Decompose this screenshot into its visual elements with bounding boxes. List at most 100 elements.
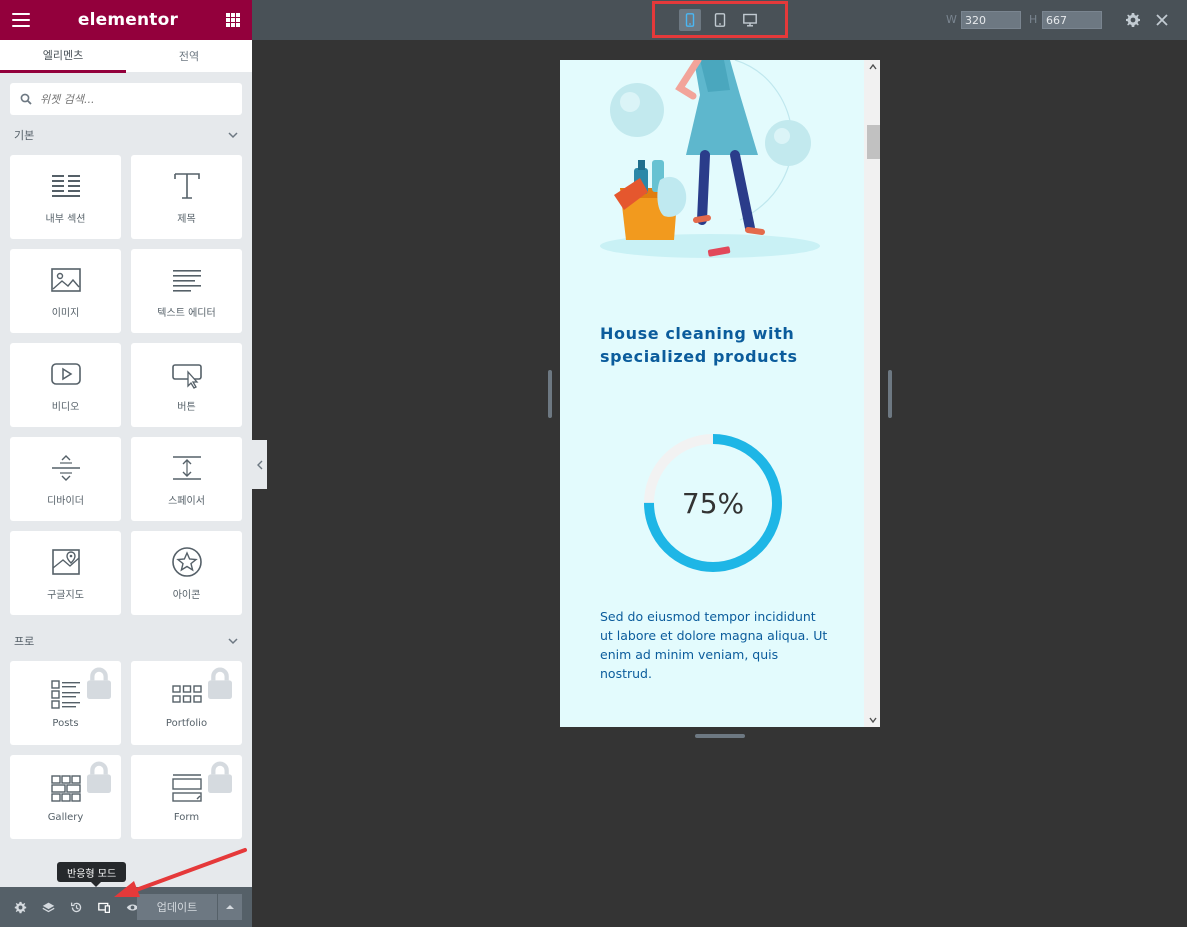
navigator-button[interactable] <box>34 893 62 921</box>
settings-button[interactable] <box>6 893 34 921</box>
widget-label: Gallery <box>47 811 84 823</box>
divider-icon <box>51 454 80 481</box>
form-icon <box>171 773 202 802</box>
widget-label: 구글지도 <box>47 589 84 601</box>
heading-icon <box>173 172 200 199</box>
width-label: W <box>946 13 957 26</box>
panel-footer: 업데이트 <box>0 887 252 927</box>
widget-heading[interactable]: 제목 <box>131 155 242 239</box>
responsive-mode-tooltip: 반응형 모드 <box>57 862 127 887</box>
desktop-icon <box>743 13 757 27</box>
width-input[interactable] <box>961 11 1021 29</box>
widget-label: 내부 섹션 <box>45 213 86 225</box>
widget-portfolio[interactable]: Portfolio <box>131 661 242 745</box>
history-button[interactable] <box>62 893 90 921</box>
spacer-icon <box>172 455 201 480</box>
category-basic-header[interactable]: 기본 <box>0 115 252 155</box>
search-wrap <box>0 73 252 115</box>
widget-icon[interactable]: 아이콘 <box>131 531 242 615</box>
device-switcher <box>652 1 788 38</box>
gear-icon <box>14 901 26 913</box>
apps-grid-icon[interactable] <box>225 13 240 27</box>
preview-heading: House cleaning with specialized products <box>600 324 798 366</box>
resize-handle-right[interactable] <box>888 370 892 418</box>
widget-label: 버튼 <box>177 401 196 413</box>
chevron-left-icon <box>256 460 262 469</box>
widget-spacer[interactable]: 스페이서 <box>131 437 242 521</box>
scroll-up-arrow[interactable] <box>867 62 879 72</box>
widget-label: Portfolio <box>165 717 208 729</box>
preview-scrollbar[interactable] <box>864 60 880 727</box>
panel-header: elementor <box>0 0 252 40</box>
widget-label: Posts <box>52 717 79 729</box>
widget-divider[interactable]: 디바이더 <box>10 437 121 521</box>
device-desktop-button[interactable] <box>739 9 761 31</box>
widget-label: 스페이서 <box>168 495 205 507</box>
category-pro-label: 프로 <box>14 635 35 648</box>
widget-video[interactable]: 비디오 <box>10 343 121 427</box>
preview-body-text: Sed do eiusmod tempor incididunt ut labo… <box>600 609 828 681</box>
widget-gallery[interactable]: Gallery <box>10 755 121 839</box>
editor-panel: elementor 엘리멘츠 전역 기본 내부 섹션 제목 이미지 <box>0 0 252 927</box>
widget-posts[interactable]: Posts <box>10 661 121 745</box>
widget-label: 텍스트 에디터 <box>157 307 216 319</box>
video-icon <box>50 362 81 385</box>
chevron-down-icon <box>228 132 238 139</box>
google-maps-icon <box>51 548 80 575</box>
widget-label: 디바이더 <box>47 495 84 507</box>
device-tablet-button[interactable] <box>709 9 731 31</box>
search-box[interactable] <box>10 83 242 115</box>
category-basic-label: 기본 <box>14 129 35 142</box>
chevron-down-icon <box>228 638 238 645</box>
responsive-toolbar: W H <box>252 0 1187 40</box>
search-input[interactable] <box>40 92 220 106</box>
lock-icon <box>208 667 232 699</box>
widget-form[interactable]: Form <box>131 755 242 839</box>
widget-label: 이미지 <box>51 307 80 319</box>
widget-image[interactable]: 이미지 <box>10 249 121 333</box>
device-mobile-button[interactable] <box>679 8 701 31</box>
gear-icon[interactable] <box>1125 12 1141 28</box>
widget-google-maps[interactable]: 구글지도 <box>10 531 121 615</box>
star-icon <box>171 546 202 577</box>
category-pro-header[interactable]: 프로 <box>0 621 252 661</box>
tablet-icon <box>714 12 726 27</box>
portfolio-icon <box>171 684 202 703</box>
widget-label: Form <box>173 811 200 823</box>
widget-label: 아이콘 <box>172 589 201 601</box>
update-button[interactable]: 업데이트 <box>137 894 217 920</box>
close-icon[interactable] <box>1154 12 1170 28</box>
menu-icon[interactable] <box>12 13 30 27</box>
panel-collapse-toggle[interactable] <box>252 440 267 489</box>
brand-logo: elementor <box>77 10 179 30</box>
layers-icon <box>42 902 54 912</box>
inner-section-icon <box>51 174 80 197</box>
lock-icon <box>208 761 232 793</box>
mobile-preview-frame: House cleaning with specialized products… <box>560 60 880 727</box>
scroll-down-arrow[interactable] <box>867 715 879 725</box>
text-editor-icon <box>172 269 201 292</box>
height-input[interactable] <box>1042 11 1102 29</box>
responsive-mode-button[interactable] <box>90 893 118 921</box>
chevron-up-icon <box>869 64 877 70</box>
tab-elements[interactable]: 엘리멘츠 <box>0 40 126 73</box>
panel-tabs: 엘리멘츠 전역 <box>0 40 252 73</box>
resize-handle-left[interactable] <box>548 370 552 418</box>
widget-label: 제목 <box>177 213 196 225</box>
gallery-icon <box>50 774 81 802</box>
mobile-icon <box>685 12 695 27</box>
scroll-thumb[interactable] <box>867 125 880 159</box>
widget-inner-section[interactable]: 내부 섹션 <box>10 155 121 239</box>
progress-percentage: 75% <box>681 486 745 520</box>
cleaning-illustration <box>600 60 820 258</box>
image-icon <box>50 267 81 292</box>
tab-global[interactable]: 전역 <box>126 40 252 73</box>
posts-icon <box>50 679 80 709</box>
lock-icon <box>87 761 111 793</box>
caret-up-icon <box>226 905 234 909</box>
widget-text-editor[interactable]: 텍스트 에디터 <box>131 249 242 333</box>
resize-handle-bottom[interactable] <box>695 734 745 738</box>
widget-button[interactable]: 버튼 <box>131 343 242 427</box>
widget-label: 비디오 <box>51 401 80 413</box>
update-options-button[interactable] <box>218 894 242 920</box>
